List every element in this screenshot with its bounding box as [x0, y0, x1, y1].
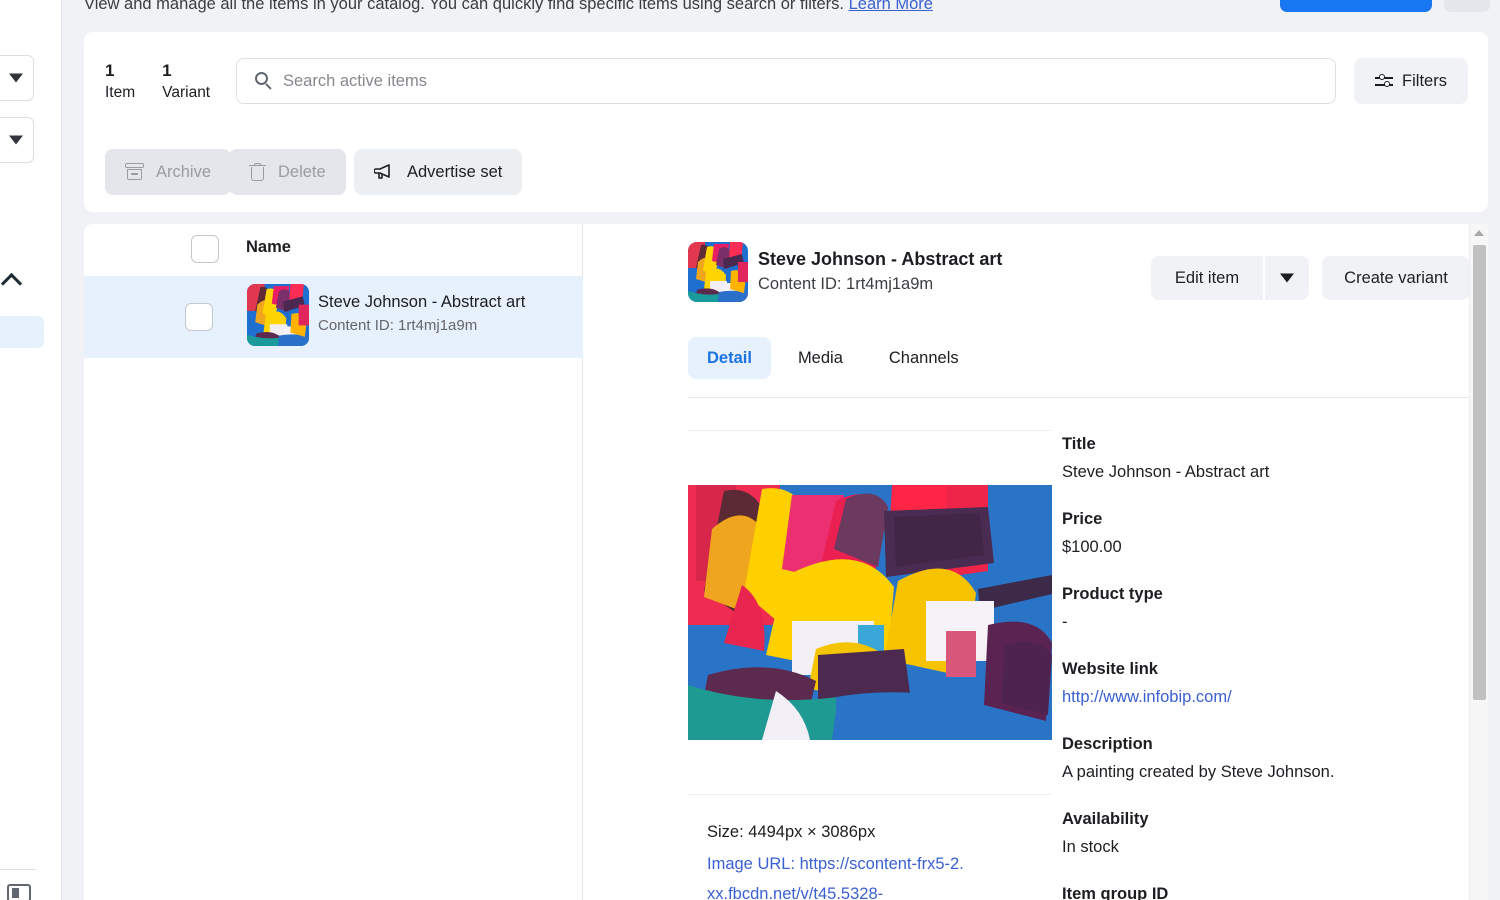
- field-label: Description: [1062, 730, 1482, 758]
- learn-more-link[interactable]: Learn More: [849, 0, 933, 13]
- table-row[interactable]: Steve Johnson - Abstract art Content ID:…: [84, 276, 583, 358]
- scrollbar-thumb[interactable]: [1473, 245, 1486, 700]
- trash-icon: [249, 163, 266, 182]
- field-value: Steve Johnson - Abstract art: [1062, 458, 1482, 486]
- field-label: Website link: [1062, 655, 1482, 683]
- field-title: Title Steve Johnson - Abstract art: [1062, 430, 1482, 486]
- delete-button-label: Delete: [278, 163, 326, 182]
- chevron-down-icon: [9, 136, 23, 145]
- advertise-set-button-label: Advertise set: [407, 163, 502, 182]
- detail-title: Steve Johnson - Abstract art: [758, 249, 1002, 270]
- detail-thumbnail: [688, 242, 748, 302]
- field-label: Price: [1062, 505, 1482, 533]
- column-header-name: Name: [246, 238, 291, 257]
- image-size-text: Size: 4494px × 3086px: [688, 823, 1052, 842]
- item-thumbnail: [247, 284, 309, 346]
- detail-divider: [688, 397, 1488, 398]
- detail-subtitle: Content ID: 1rt4mj1a9m: [758, 275, 933, 294]
- field-value: $100.00: [1062, 533, 1482, 561]
- advertise-set-button[interactable]: Advertise set: [354, 149, 522, 195]
- sidebar-dropdown-1[interactable]: [0, 55, 34, 101]
- detail-panel: Steve Johnson - Abstract art Content ID:…: [584, 224, 1488, 900]
- count-variants: 1 Variant: [162, 60, 210, 104]
- search-input[interactable]: [283, 59, 1323, 103]
- page-description-text: View and manage all the items in your ca…: [84, 0, 849, 13]
- select-all-checkbox[interactable]: [191, 235, 219, 263]
- collapse-panel-icon[interactable]: [7, 884, 31, 900]
- archive-icon: [125, 163, 144, 181]
- edit-item-button[interactable]: Edit item: [1151, 256, 1263, 300]
- field-label: Item group ID: [1062, 880, 1482, 900]
- item-list-header: Name: [84, 224, 583, 276]
- search-box[interactable]: [236, 58, 1336, 104]
- chevron-down-icon: [1280, 274, 1294, 283]
- archive-button-label: Archive: [156, 163, 211, 182]
- field-value: -: [1062, 608, 1482, 636]
- archive-button[interactable]: Archive: [105, 149, 231, 195]
- field-label: Product type: [1062, 580, 1482, 608]
- field-label: Title: [1062, 430, 1482, 458]
- field-availability: Availability In stock: [1062, 805, 1482, 861]
- megaphone-icon: [374, 163, 395, 181]
- filters-icon: [1375, 73, 1393, 89]
- left-sidebar: [0, 0, 54, 900]
- toolbar-card: 1 Item 1 Variant Filters Archive Delete: [84, 32, 1488, 212]
- field-value: A painting created by Steve Johnson.: [1062, 758, 1482, 786]
- search-icon: [255, 72, 273, 90]
- media-column: Size: 4494px × 3086px Image URL: https:/…: [688, 430, 1052, 900]
- field-product-type: Product type -: [1062, 580, 1482, 636]
- count-variants-number: 1: [162, 60, 210, 82]
- field-website-link: Website link http://www.infobip.com/: [1062, 655, 1482, 711]
- add-items-button[interactable]: [1280, 0, 1432, 12]
- page-description: View and manage all the items in your ca…: [84, 0, 933, 14]
- chevron-down-icon: [9, 74, 23, 83]
- row-checkbox[interactable]: [185, 303, 213, 331]
- sidebar-active-item[interactable]: [0, 316, 44, 348]
- chevron-up-icon[interactable]: [2, 268, 24, 290]
- sidebar-edge: [54, 0, 62, 900]
- product-image: [688, 485, 1052, 740]
- sidebar-divider: [0, 869, 36, 870]
- field-price: Price $100.00: [1062, 505, 1482, 561]
- page-header: View and manage all the items in your ca…: [62, 0, 1500, 22]
- field-label: Availability: [1062, 805, 1482, 833]
- header-overflow-button[interactable]: [1444, 0, 1490, 12]
- field-item-group-id: Item group ID lu374u90u8: [1062, 880, 1482, 900]
- counts-summary: 1 Item 1 Variant: [105, 60, 210, 104]
- edit-item-dropdown-button[interactable]: [1265, 256, 1309, 300]
- count-variants-label: Variant: [162, 82, 210, 104]
- image-url-link[interactable]: Image URL: https://scontent-frx5-2.xx.fb…: [688, 849, 968, 900]
- field-description: Description A painting created by Steve …: [1062, 730, 1482, 786]
- row-title: Steve Johnson - Abstract art: [318, 293, 525, 312]
- filters-button-label: Filters: [1402, 72, 1447, 91]
- detail-tabs: Detail Media Channels: [688, 337, 978, 379]
- create-variant-button[interactable]: Create variant: [1322, 256, 1470, 300]
- count-items-number: 1: [105, 60, 135, 82]
- website-link[interactable]: http://www.infobip.com/: [1062, 683, 1482, 711]
- sidebar-dropdown-2[interactable]: [0, 117, 34, 163]
- tab-channels[interactable]: Channels: [870, 337, 978, 379]
- content-card: Name: [84, 224, 1488, 900]
- media-frame: [688, 430, 1052, 795]
- row-subtitle: Content ID: 1rt4mj1a9m: [318, 317, 477, 334]
- scroll-up-icon[interactable]: [1474, 230, 1484, 236]
- detail-scrollbar[interactable]: [1469, 224, 1488, 900]
- field-value: In stock: [1062, 833, 1482, 861]
- filters-button[interactable]: Filters: [1354, 58, 1468, 104]
- delete-button[interactable]: Delete: [229, 149, 346, 195]
- fields-column: Title Steve Johnson - Abstract art Price…: [1062, 430, 1482, 900]
- count-items-label: Item: [105, 82, 135, 104]
- item-list: Name: [84, 224, 583, 900]
- count-items: 1 Item: [105, 60, 135, 104]
- tab-media[interactable]: Media: [779, 337, 862, 379]
- tab-detail[interactable]: Detail: [688, 337, 771, 379]
